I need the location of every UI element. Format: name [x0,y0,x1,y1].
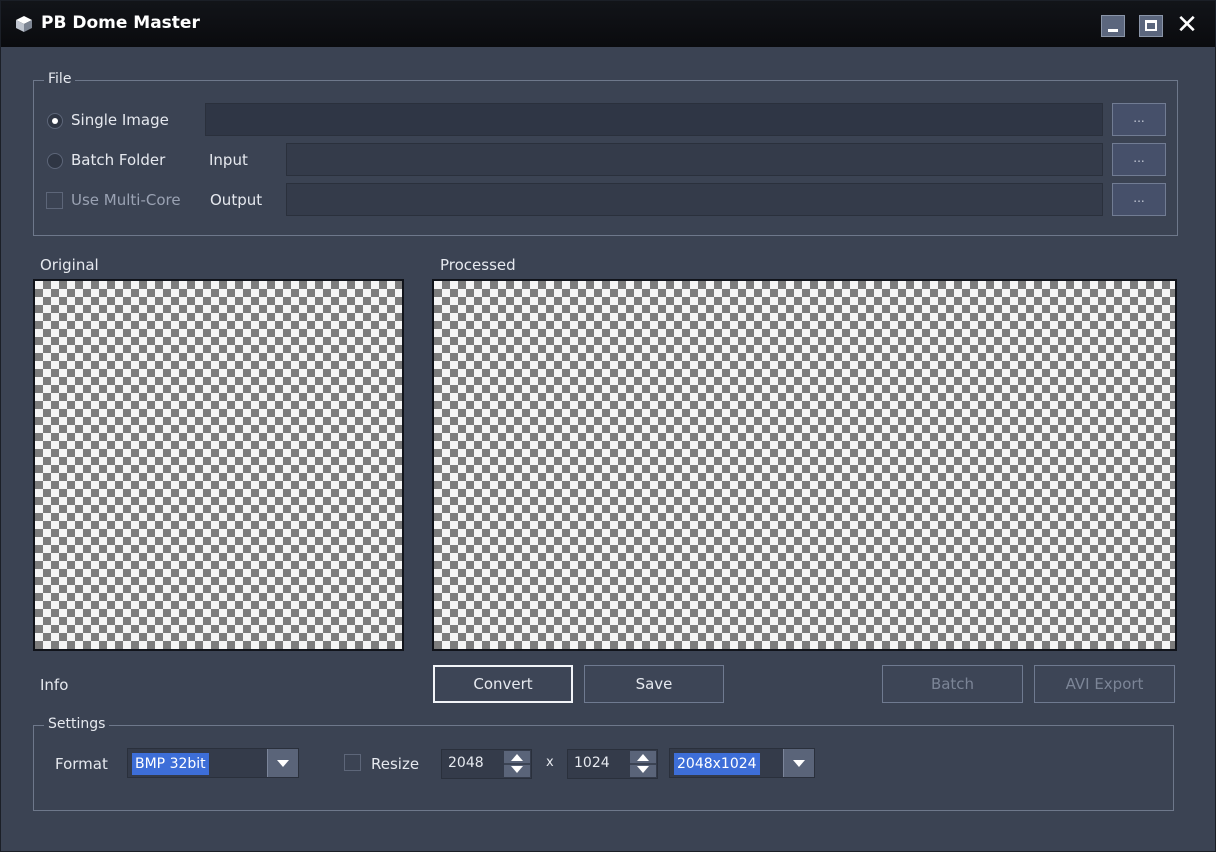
output-browse-button[interactable]: ... [1112,183,1166,216]
chevron-down-icon [277,760,289,767]
settings-group-legend: Settings [44,716,110,732]
app-window: PB Dome Master ✕ File Single Image ... B… [0,0,1216,852]
output-path-field[interactable] [286,183,1103,216]
input-path-field[interactable] [286,143,1103,176]
input-label: Input [209,151,248,169]
single-image-path-field[interactable] [205,103,1103,136]
minimize-icon [1108,29,1118,32]
format-label: Format [55,755,108,773]
single-image-label[interactable]: Single Image [71,111,169,129]
use-multicore-checkbox[interactable] [46,192,63,209]
batch-folder-label[interactable]: Batch Folder [71,151,165,169]
single-image-radio[interactable] [47,113,63,129]
spin-up-icon[interactable] [637,754,649,761]
format-dropdown[interactable]: BMP 32bit [127,748,299,778]
original-preview [33,279,404,651]
width-value: 2048 [448,755,484,771]
maximize-button[interactable] [1139,15,1163,37]
height-spinner[interactable]: 1024 [567,749,658,779]
processed-label: Processed [440,256,516,274]
width-spinner[interactable]: 2048 [441,749,532,779]
spin-down-icon[interactable] [511,766,523,773]
avi-export-button[interactable]: AVI Export [1034,665,1175,703]
height-spinner-buttons[interactable] [630,751,656,777]
original-label: Original [40,256,99,274]
spin-down-icon[interactable] [637,766,649,773]
file-group-legend: File [44,71,76,87]
spin-up-icon[interactable] [511,754,523,761]
output-label: Output [210,191,263,209]
maximize-icon [1145,20,1157,31]
title-bar[interactable]: PB Dome Master ✕ [1,1,1215,47]
width-spinner-buttons[interactable] [504,751,530,777]
resolution-preset-arrow[interactable] [783,749,814,777]
save-button[interactable]: Save [584,665,724,703]
height-value: 1024 [574,755,610,771]
processed-preview [432,279,1177,651]
window-title: PB Dome Master [41,13,200,33]
resize-checkbox[interactable] [344,754,361,771]
use-multicore-label[interactable]: Use Multi-Core [71,191,181,209]
dimension-separator: x [546,755,554,770]
app-cube-icon [16,16,32,32]
batch-folder-radio[interactable] [47,153,63,169]
format-selected-value: BMP 32bit [132,753,209,775]
chevron-down-icon [793,760,805,767]
info-label: Info [40,676,69,694]
close-icon: ✕ [1176,10,1198,40]
input-browse-button[interactable]: ... [1112,143,1166,176]
resolution-preset-value: 2048x1024 [674,753,760,775]
single-image-browse-button[interactable]: ... [1112,103,1166,136]
radio-selected-dot [52,118,58,124]
spin-divider [504,763,530,765]
format-dropdown-arrow[interactable] [267,749,298,777]
close-button[interactable]: ✕ [1175,12,1199,38]
spin-divider [630,763,656,765]
batch-button[interactable]: Batch [882,665,1023,703]
convert-button[interactable]: Convert [433,665,573,703]
resize-label[interactable]: Resize [371,755,419,773]
minimize-button[interactable] [1101,15,1125,37]
resolution-preset-dropdown[interactable]: 2048x1024 [669,748,815,778]
